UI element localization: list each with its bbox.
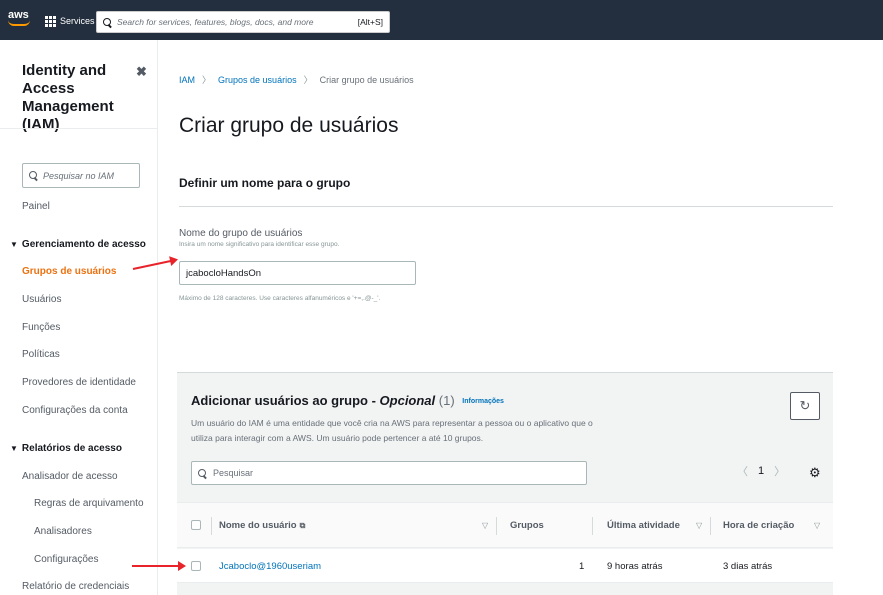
refresh-button[interactable]: ↻ [790,392,820,420]
column-divider [496,517,497,535]
top-navigation-bar: aws Services Search for services, featur… [0,0,883,40]
table-row[interactable]: Jcaboclo@1960useriam 1 9 horas atrás 3 d… [177,549,833,583]
panel-description: Um usuário do IAM é uma entidade que voc… [191,418,593,443]
sidebar-item-configuracoes[interactable]: Configurações [34,554,98,565]
global-search-input[interactable]: Search for services, features, blogs, do… [96,11,390,33]
sidebar-item-painel[interactable]: Painel [22,201,50,212]
caret-down-icon: ▼ [10,444,18,453]
sidebar-item-regras[interactable]: Regras de arquivamento [34,498,144,509]
user-created: 3 dias atrás [723,561,773,572]
global-search-placeholder: Search for services, features, blogs, do… [117,17,314,27]
breadcrumb-current: Criar grupo de usuários [319,74,414,85]
chevron-left-icon[interactable]: 〈 [737,463,748,479]
sidebar-search-input[interactable]: Pesquisar no IAM [22,163,140,188]
services-label: Services [60,16,95,26]
annotation-arrow [132,561,186,571]
column-header-groups[interactable]: Grupos [510,520,544,531]
column-header-created[interactable]: Hora de criação [723,520,794,531]
sidebar-title[interactable]: Identity and Access Management (IAM) [22,62,132,134]
group-name-label: Nome do grupo de usuários [179,228,303,239]
search-icon [29,171,38,180]
search-icon [103,17,112,27]
sidebar-section-relatorios[interactable]: ▼ Relatórios de acesso [10,443,122,454]
column-divider [592,517,593,535]
services-menu-button[interactable]: Services [45,12,95,30]
users-search-placeholder: Pesquisar [213,468,254,478]
table-header: Nome do usuário ⧉ ▽ Grupos Última ativida… [177,502,833,548]
section-title: Definir um nome para o grupo [179,176,351,190]
search-icon [198,468,207,478]
sidebar-item-configuracoes-conta[interactable]: Configurações da conta [22,405,128,416]
sidebar-search-placeholder: Pesquisar no IAM [43,170,115,181]
column-header-user-label: Nome do usuário [219,520,297,531]
sidebar-item-grupos[interactable]: Grupos de usuários [22,266,116,277]
column-divider [211,517,212,535]
panel-count: (1) [438,393,455,408]
panel-title: Adicionar usuários ao grupo - Opcional (… [191,393,504,408]
sidebar-item-politicas[interactable]: Políticas [22,349,60,360]
sidebar-item-usuarios[interactable]: Usuários [22,294,61,305]
sidebar-section-label: Gerenciamento de acesso [21,239,146,250]
aws-logo[interactable]: aws [8,10,34,32]
user-groups-count: 1 [579,561,585,572]
sidebar-item-relatorio-credenciais[interactable]: Relatório de credenciais [22,581,129,592]
sidebar-item-funcoes[interactable]: Funções [22,322,60,333]
sidebar-item-provedores[interactable]: Provedores de identidade [22,377,136,388]
sort-icon[interactable]: ▽ [814,521,820,530]
panel-title-main: Adicionar usuários ao grupo - [191,393,380,408]
row-checkbox[interactable] [191,561,201,571]
caret-down-icon: ▼ [10,240,18,249]
sort-icon[interactable]: ▽ [696,521,702,530]
pagination: 〈 1 〉 [737,463,785,479]
section-divider [179,206,833,207]
add-users-panel: Adicionar usuários ao grupo - Opcional (… [177,372,833,595]
user-name-link[interactable]: Jcaboclo@1960useriam [219,561,321,572]
search-shortcut: [Alt+S] [357,17,383,27]
column-divider [710,517,711,535]
user-last-activity: 9 horas atrás [607,561,663,572]
chevron-right-icon: 〉 [202,75,212,85]
sidebar: Identity and Access Management (IAM) ✖ P… [0,40,158,595]
main-content: IAM 〉 Grupos de usuários 〉 Criar grupo d… [159,40,883,595]
breadcrumb: IAM 〉 Grupos de usuários 〉 Criar grupo d… [179,73,414,86]
users-search-input[interactable]: Pesquisar [191,461,587,485]
close-icon[interactable]: ✖ [136,64,147,80]
group-name-constraint: Máximo de 128 caracteres. Use caracteres… [179,295,381,302]
page-number[interactable]: 1 [758,465,764,477]
grid-icon [45,15,56,27]
sidebar-item-analisadores[interactable]: Analisadores [34,526,92,537]
column-header-user[interactable]: Nome do usuário ⧉ [219,520,305,531]
refresh-icon: ↻ [799,398,811,413]
panel-title-optional: Opcional [379,393,436,408]
info-link[interactable]: Informações [462,398,504,405]
sidebar-item-analisador[interactable]: Analisador de acesso [22,471,118,482]
sidebar-section-gerenciamento[interactable]: ▼ Gerenciamento de acesso [10,239,146,250]
sort-icon[interactable]: ▽ [482,521,488,530]
chevron-right-icon: 〉 [303,75,313,85]
breadcrumb-grupos[interactable]: Grupos de usuários [218,75,297,85]
aws-logo-text: aws [8,9,29,21]
chevron-right-icon[interactable]: 〉 [774,463,785,479]
sidebar-divider [0,128,158,129]
group-name-input[interactable]: jcabocloHandsOn [179,261,416,285]
column-header-last-activity[interactable]: Última atividade [607,520,680,531]
breadcrumb-iam[interactable]: IAM [179,75,195,85]
group-name-description: Insira um nome significativo para identi… [179,241,340,248]
gear-icon[interactable]: ⚙ [809,465,821,481]
external-link-icon: ⧉ [299,521,306,530]
sidebar-section-label: Relatórios de acesso [21,443,122,454]
page-title: Criar grupo de usuários [179,114,399,137]
select-all-checkbox[interactable] [191,520,201,530]
